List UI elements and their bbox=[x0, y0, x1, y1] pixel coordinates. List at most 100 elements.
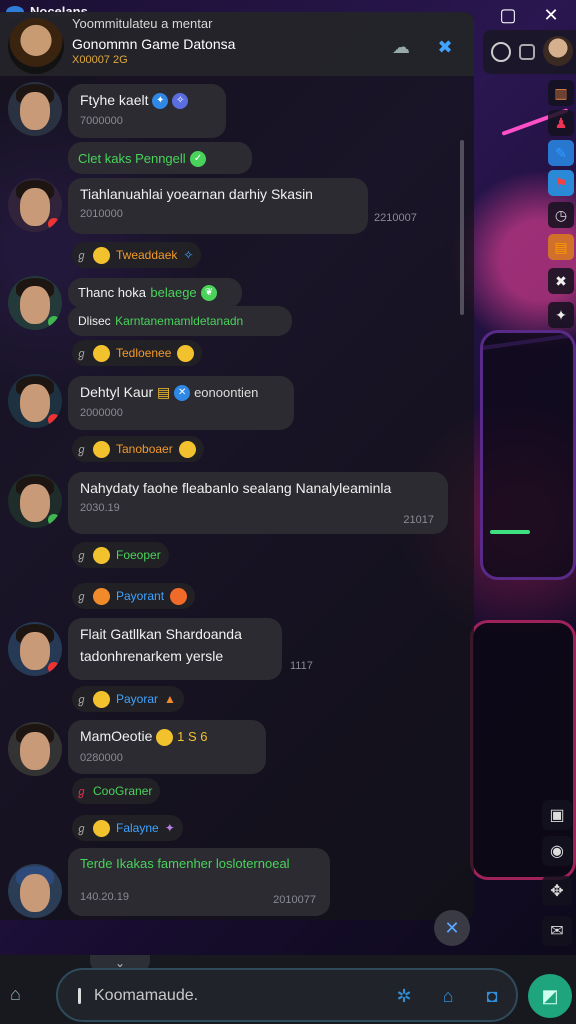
chat-scrollbar[interactable] bbox=[460, 140, 464, 315]
smile-emoji-icon bbox=[156, 728, 174, 746]
edit-icon[interactable]: ✎ bbox=[548, 140, 574, 166]
reaction-chip[interactable]: ℊ Tanoboaer bbox=[72, 436, 204, 462]
reply-icon: ℊ bbox=[76, 550, 87, 562]
sparkle-icon: ✦ bbox=[164, 821, 175, 835]
group-avatar[interactable] bbox=[8, 18, 64, 74]
smile-emoji-icon bbox=[93, 440, 110, 458]
smile-emoji-icon bbox=[178, 440, 196, 458]
user-avatar[interactable] bbox=[8, 474, 62, 528]
reply-icon: ℊ bbox=[76, 786, 87, 798]
angry-emoji-icon bbox=[170, 587, 188, 605]
flag-icon[interactable]: ⚑ bbox=[548, 170, 574, 196]
chat-header: Yoommitulateu a mentar Gonommn Game Dato… bbox=[0, 12, 474, 76]
reaction-chip[interactable]: ℊ Tedloenee bbox=[72, 340, 203, 366]
user-avatar[interactable] bbox=[8, 82, 62, 136]
reply-icon: ℊ bbox=[76, 694, 87, 706]
user-avatar[interactable] bbox=[8, 178, 62, 232]
message-bubble[interactable]: Clet kaks Penngell ✓ bbox=[68, 142, 252, 174]
send-button[interactable]: ◩ bbox=[528, 974, 572, 1018]
blue-badge-icon: ✦ bbox=[152, 93, 169, 110]
mail-icon[interactable]: ✉ bbox=[542, 916, 572, 946]
message-time: 2210007 bbox=[374, 212, 417, 224]
upload-icon[interactable]: ⌂ bbox=[436, 984, 460, 1008]
reaction-chip[interactable]: ℊ Payorar ▲ bbox=[72, 686, 184, 712]
bell-icon[interactable]: ◉ bbox=[542, 836, 572, 866]
reaction-label: Tedloenee bbox=[116, 346, 172, 360]
user-avatar[interactable] bbox=[8, 722, 62, 776]
reply-icon: ℊ bbox=[76, 823, 87, 835]
settings-icon[interactable]: ✲ bbox=[392, 984, 416, 1008]
reply-icon: ℊ bbox=[76, 444, 87, 456]
graph-icon[interactable]: ▥ bbox=[548, 80, 574, 106]
settings-icon[interactable] bbox=[519, 44, 535, 60]
message-meta: 2000000 bbox=[80, 407, 123, 420]
scroll-down-button[interactable]: ✕ bbox=[434, 910, 470, 946]
message-bubble[interactable]: Flait Gatllkan Shardoanda tadonhrenarkem… bbox=[68, 618, 282, 680]
alarm-icon[interactable]: ◷ bbox=[548, 202, 574, 228]
reaction-label: Tanoboaer bbox=[116, 442, 173, 456]
message-sender: Dehtyl Kaur bbox=[80, 384, 154, 400]
user-avatar[interactable] bbox=[8, 622, 62, 676]
message-text: Flait Gatllkan Shardoanda bbox=[80, 626, 242, 642]
message-text-line2: tadonhrenarkem yersle bbox=[80, 648, 224, 664]
reply-icon: ℊ bbox=[76, 591, 87, 603]
reaction-chip[interactable]: ℊ CooGraner bbox=[72, 778, 161, 804]
tools-icon[interactable]: ✖ bbox=[548, 268, 574, 294]
message-input[interactable] bbox=[94, 984, 374, 1008]
header-count: X00007 2G bbox=[72, 54, 128, 66]
message-text: Tiahlanuahlai yoearnan darhiy Skasin bbox=[80, 186, 313, 202]
home-icon[interactable]: ⌂ bbox=[10, 984, 32, 1006]
reaction-label: Foeoper bbox=[116, 548, 161, 562]
runner-icon[interactable]: ✦ bbox=[548, 302, 574, 328]
sparkle-icon: ✧ bbox=[172, 93, 189, 110]
message-text-green: Karntanemamldetanadn bbox=[115, 314, 244, 328]
message-bubble[interactable]: Dehtyl Kaur ▤ ✕ eonoontien 2000000 bbox=[68, 376, 294, 430]
crossed-tools-icon[interactable]: ✖ bbox=[432, 34, 458, 60]
emoji-icon[interactable]: ◘ bbox=[480, 984, 504, 1008]
controller-icon[interactable]: ✥ bbox=[542, 876, 572, 906]
right-top-panel bbox=[483, 30, 576, 74]
notes-icon: ▤ bbox=[157, 384, 171, 400]
angry-emoji-icon bbox=[93, 587, 110, 605]
reaction-chip[interactable]: ℊ Foeoper bbox=[72, 542, 169, 568]
background-chair bbox=[480, 330, 576, 580]
message-bubble[interactable]: Dlisec Karntanemamldetanadn bbox=[68, 306, 292, 336]
message-time: 1117 bbox=[290, 660, 313, 672]
message-text: Terde Ikakas famenher losloternoeal bbox=[80, 856, 290, 871]
image-icon[interactable]: ▣ bbox=[542, 800, 572, 830]
smile-emoji-icon bbox=[177, 344, 195, 362]
smile-emoji-icon bbox=[93, 246, 110, 264]
user-avatar[interactable] bbox=[8, 374, 62, 428]
message-tag: belaege bbox=[150, 285, 197, 300]
text-cursor bbox=[78, 988, 81, 1004]
reply-icon: ℊ bbox=[76, 250, 87, 262]
reply-icon: ℊ bbox=[76, 348, 87, 360]
maximize-icon[interactable]: ▢ bbox=[495, 4, 521, 26]
message-bubble[interactable]: MamOeotie 1 S 6 0280000 bbox=[68, 720, 266, 774]
user-avatar[interactable] bbox=[8, 276, 62, 330]
message-bubble[interactable]: Ftyhe kaelt ✦ ✧ 7000000 bbox=[68, 84, 226, 138]
message-bubble[interactable]: Nahydaty faohe fleabanlo sealang Nanalyl… bbox=[68, 472, 448, 534]
message-time: 2010077 bbox=[273, 894, 316, 906]
reaction-label: Falayne bbox=[116, 821, 159, 835]
message-text: Dlisec bbox=[78, 314, 111, 328]
notes-icon[interactable]: ▤ bbox=[548, 234, 574, 260]
smile-emoji-icon bbox=[93, 690, 110, 708]
reaction-chip[interactable]: ℊ Tweaddaek ✧ bbox=[72, 242, 202, 268]
close-icon[interactable]: ✕ bbox=[538, 4, 564, 26]
reaction-chip[interactable]: ℊ Falayne ✦ bbox=[72, 815, 183, 841]
message-bubble[interactable]: Terde Ikakas famenher losloternoeal 140.… bbox=[68, 848, 330, 916]
message-text: Nahydaty faohe fleabanlo sealang Nanalyl… bbox=[80, 480, 392, 496]
cloud-icon[interactable]: ☁ bbox=[388, 34, 414, 60]
leaf-icon: ❦ bbox=[201, 284, 218, 301]
message-bubble[interactable]: Thanc hoka belaege ❦ bbox=[68, 278, 242, 308]
message-extra: 1 S 6 bbox=[177, 729, 208, 744]
header-subtitle: Yoommitulateu a mentar bbox=[72, 16, 213, 31]
reaction-chip[interactable]: ℊ Payorant bbox=[72, 583, 196, 609]
message-bubble[interactable]: Tiahlanuahlai yoearnan darhiy Skasin 201… bbox=[68, 178, 417, 234]
user-avatar[interactable] bbox=[543, 36, 573, 66]
message-meta: 2010000 bbox=[80, 208, 123, 220]
person-icon[interactable]: ♟ bbox=[548, 110, 574, 136]
timer-icon[interactable] bbox=[491, 42, 511, 62]
user-avatar[interactable] bbox=[8, 864, 62, 918]
